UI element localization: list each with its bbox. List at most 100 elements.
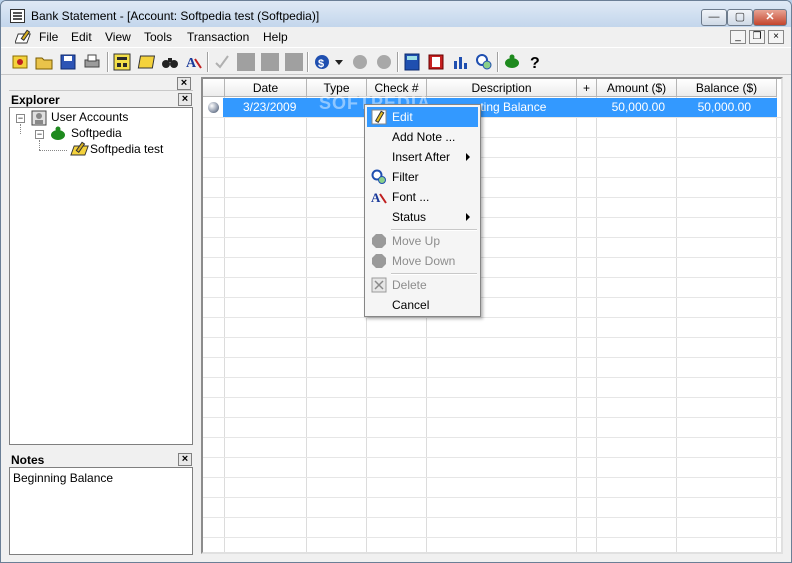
ctx-filter-label: Filter bbox=[392, 170, 419, 184]
grid-row-line bbox=[203, 137, 781, 138]
maximize-button[interactable]: ▢ bbox=[727, 9, 753, 26]
menu-view[interactable]: View bbox=[105, 30, 131, 44]
disabled-square-icon bbox=[261, 53, 279, 71]
notes-close-icon[interactable]: × bbox=[178, 453, 192, 466]
grid-row-line bbox=[203, 337, 781, 338]
grid-row-line bbox=[203, 117, 781, 118]
ctx-delete[interactable]: Delete bbox=[367, 275, 478, 295]
ctx-move-down[interactable]: Move Down bbox=[367, 251, 478, 271]
grid-line bbox=[306, 97, 307, 552]
tree-connector bbox=[39, 150, 67, 151]
menu-file[interactable]: File bbox=[39, 30, 58, 44]
grid-row-line bbox=[203, 197, 781, 198]
ctx-edit[interactable]: Edit bbox=[367, 107, 478, 127]
grid-row-line bbox=[203, 537, 781, 538]
explorer-top-strip: × bbox=[9, 77, 193, 91]
app-icon[interactable] bbox=[10, 9, 25, 23]
ctx-add-note-label: Add Note ... bbox=[392, 130, 456, 144]
ctx-status-label: Status bbox=[392, 210, 427, 224]
close-button[interactable]: ✕ bbox=[753, 9, 787, 26]
new-icon[interactable] bbox=[11, 53, 29, 71]
filter-gears-icon bbox=[371, 169, 386, 184]
cell-balance[interactable]: 50,000.00 bbox=[679, 98, 751, 117]
delete-x-icon bbox=[371, 277, 387, 293]
bar-chart-icon[interactable] bbox=[451, 53, 469, 71]
move-up-icon bbox=[372, 234, 386, 248]
title-bar[interactable]: Bank Statement - [Account: Softpedia tes… bbox=[1, 1, 791, 27]
report-book-icon[interactable] bbox=[427, 53, 445, 71]
tree-connector bbox=[39, 140, 40, 150]
grid-line bbox=[676, 97, 677, 552]
column-header-plus[interactable]: + bbox=[577, 79, 597, 97]
mdi-close-button[interactable]: × bbox=[768, 30, 784, 44]
open-folder-icon[interactable] bbox=[35, 53, 53, 71]
dropdown-arrow-icon[interactable] bbox=[334, 53, 344, 71]
grid-row-line bbox=[203, 157, 781, 158]
ctx-filter[interactable]: Filter bbox=[367, 167, 478, 187]
document-pen-icon[interactable] bbox=[15, 29, 33, 45]
accounts-tree-icon[interactable] bbox=[113, 53, 131, 71]
save-icon[interactable] bbox=[59, 53, 77, 71]
row-indicator-header bbox=[203, 79, 225, 97]
tree-collapse-icon[interactable]: − bbox=[16, 114, 25, 123]
ctx-font[interactable]: A Font ... bbox=[367, 187, 478, 207]
transaction-dollar-icon[interactable]: $ bbox=[313, 53, 331, 71]
filter-gears-icon[interactable] bbox=[475, 53, 493, 71]
notes-icon[interactable] bbox=[137, 53, 155, 71]
menu-help[interactable]: Help bbox=[263, 30, 288, 44]
font-icon: A bbox=[371, 190, 387, 205]
ctx-move-up-label: Move Up bbox=[392, 234, 441, 248]
menu-edit[interactable]: Edit bbox=[71, 30, 92, 44]
mdi-minimize-button[interactable]: _ bbox=[730, 30, 746, 44]
move-down-icon bbox=[372, 254, 386, 268]
ctx-font-label: Font ... bbox=[392, 190, 430, 204]
ctx-status[interactable]: Status bbox=[367, 207, 478, 227]
grid-row-line bbox=[203, 517, 781, 518]
cell-date[interactable]: 3/23/2009 bbox=[243, 98, 296, 117]
grid-row-line bbox=[203, 257, 781, 258]
print-icon[interactable] bbox=[83, 53, 101, 71]
menu-transaction[interactable]: Transaction bbox=[187, 30, 249, 44]
column-header-date[interactable]: Date bbox=[225, 79, 307, 97]
help-question-icon[interactable]: ? bbox=[527, 53, 545, 71]
tree-item-softpedia-test[interactable]: Softpedia test bbox=[90, 142, 163, 156]
ctx-cancel[interactable]: Cancel bbox=[367, 295, 478, 315]
column-header-description[interactable]: Description bbox=[427, 79, 577, 97]
transactions-grid[interactable]: Date Type Check # Description + Amount (… bbox=[201, 77, 783, 554]
tree-collapse-icon[interactable]: − bbox=[35, 130, 44, 139]
calculator-icon[interactable] bbox=[403, 53, 421, 71]
grid-row-line bbox=[203, 357, 781, 358]
ctx-insert-after[interactable]: Insert After bbox=[367, 147, 478, 167]
grid-line bbox=[224, 97, 225, 552]
explorer-close-icon[interactable]: × bbox=[178, 93, 192, 106]
explorer-top-close-icon[interactable]: × bbox=[177, 77, 191, 90]
svg-text:A: A bbox=[371, 190, 381, 205]
edit-pencil-icon bbox=[371, 109, 387, 125]
font-icon[interactable]: A bbox=[185, 53, 203, 71]
ctx-add-note[interactable]: Add Note ... bbox=[367, 127, 478, 147]
toolbar-separator bbox=[207, 52, 209, 72]
toolbar: A $ ? bbox=[1, 47, 791, 75]
explorer-tree: − User Accounts − Softpedia Softpedia te… bbox=[9, 107, 193, 445]
app-window: Bank Statement - [Account: Softpedia tes… bbox=[0, 0, 792, 563]
tree-item-softpedia[interactable]: Softpedia bbox=[71, 126, 122, 140]
find-binoculars-icon[interactable] bbox=[161, 53, 179, 71]
turtle-icon bbox=[51, 126, 65, 140]
tree-connector bbox=[20, 124, 21, 134]
svg-text:A: A bbox=[186, 56, 197, 71]
notes-content[interactable]: Beginning Balance bbox=[13, 471, 113, 485]
menu-tools[interactable]: Tools bbox=[144, 30, 172, 44]
toolbar-separator bbox=[397, 52, 399, 72]
disabled-circle-icon bbox=[377, 55, 391, 69]
mdi-restore-button[interactable]: ❐ bbox=[749, 30, 765, 44]
ctx-move-up[interactable]: Move Up bbox=[367, 231, 478, 251]
row-status-icon bbox=[208, 102, 219, 113]
turtle-icon[interactable] bbox=[503, 53, 521, 71]
svg-text:?: ? bbox=[530, 55, 540, 71]
notes-panel[interactable]: Beginning Balance bbox=[9, 467, 193, 555]
column-header-balance[interactable]: Balance ($) bbox=[677, 79, 777, 97]
cell-amount[interactable]: 50,000.00 bbox=[599, 98, 665, 117]
tree-item-user-accounts[interactable]: User Accounts bbox=[51, 110, 128, 124]
column-header-amount[interactable]: Amount ($) bbox=[597, 79, 677, 97]
minimize-button[interactable]: — bbox=[701, 9, 727, 26]
